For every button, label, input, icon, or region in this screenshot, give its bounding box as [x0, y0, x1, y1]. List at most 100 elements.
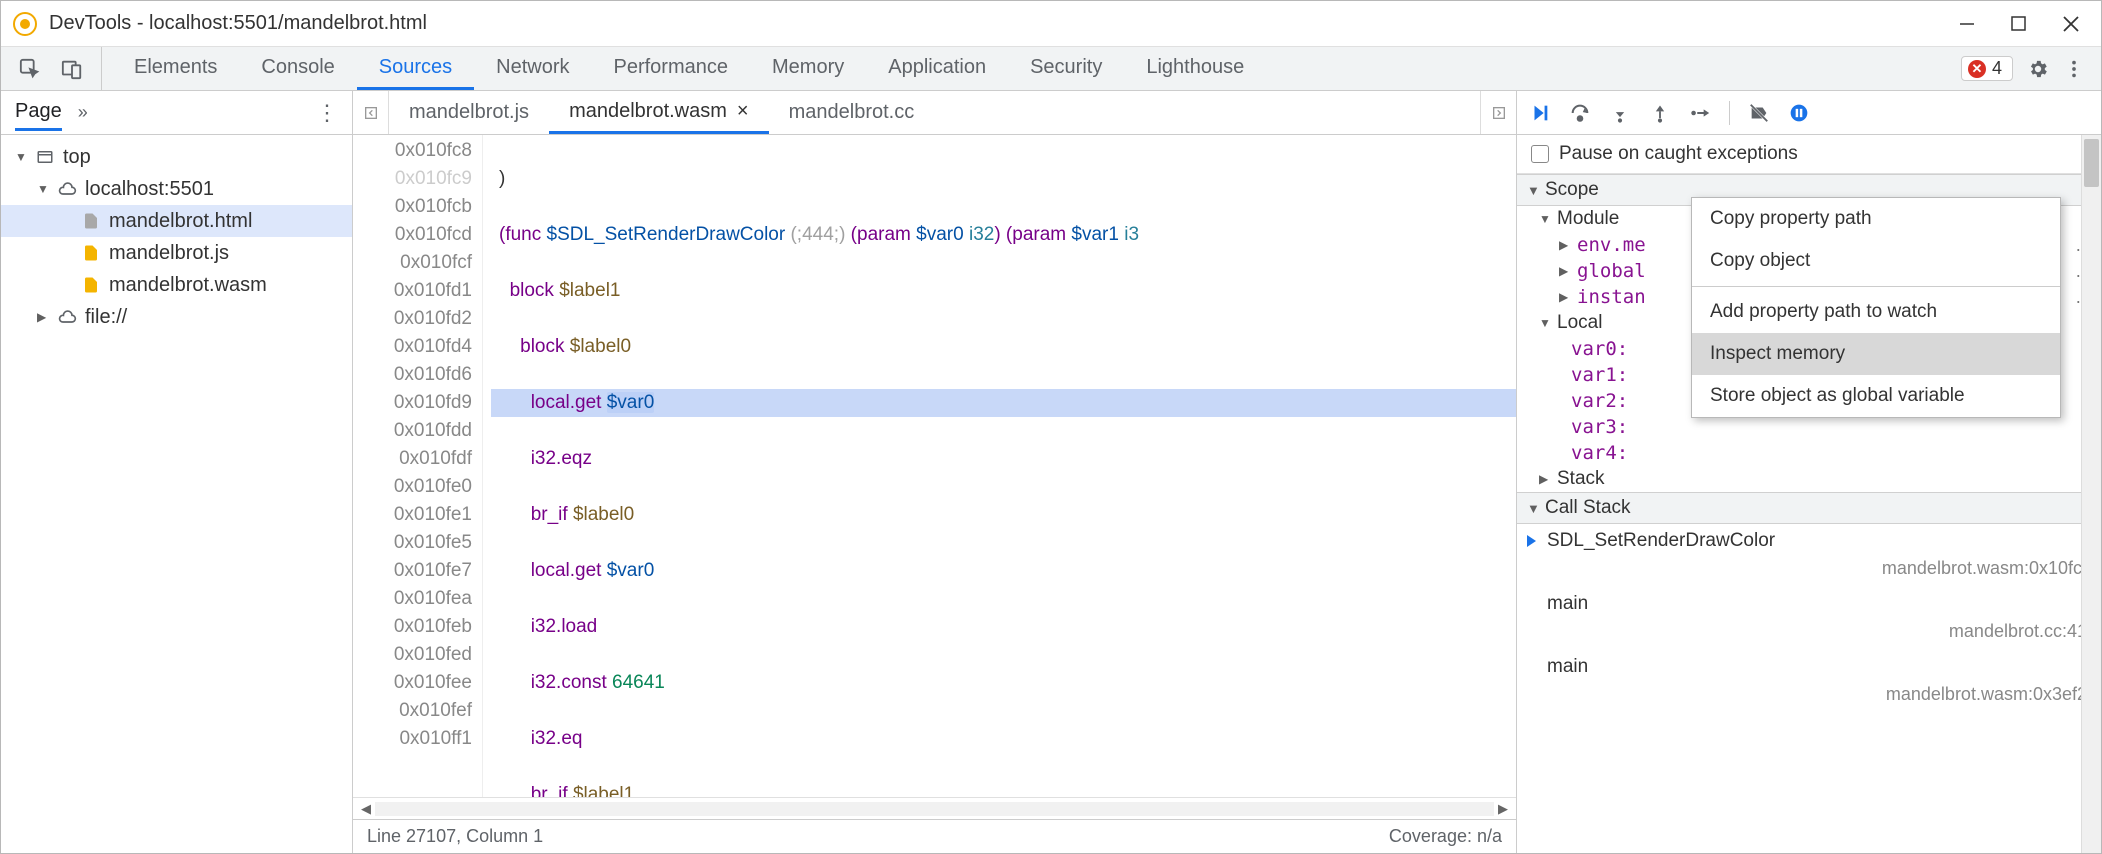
- window-buttons: [1957, 14, 2093, 34]
- scroll-tabs-right-icon[interactable]: [1480, 91, 1516, 134]
- gutter-address[interactable]: 0x010fed: [353, 641, 472, 669]
- context-menu-item[interactable]: Inspect memory: [1692, 333, 2060, 375]
- gutter-address[interactable]: 0x010fcf: [353, 249, 472, 277]
- code-lines: ) (func $SDL_SetRenderDrawColor (;444;) …: [483, 135, 1516, 797]
- pause-checkbox[interactable]: [1531, 145, 1549, 163]
- window-title: DevTools - localhost:5501/mandelbrot.htm…: [49, 12, 1957, 35]
- context-menu-item[interactable]: Copy object: [1692, 240, 2060, 282]
- error-badge[interactable]: ✕ 4: [1961, 56, 2013, 81]
- scroll-right-arrow-icon[interactable]: ▶: [1494, 801, 1512, 817]
- scope-variable[interactable]: var4:: [1517, 440, 2101, 466]
- context-menu-item[interactable]: Store object as global variable: [1692, 375, 2060, 417]
- gutter-address[interactable]: 0x010fd4: [353, 333, 472, 361]
- source-tab-label: mandelbrot.js: [409, 101, 529, 124]
- gutter-address[interactable]: 0x010fe5: [353, 529, 472, 557]
- gutter-address[interactable]: 0x010fe0: [353, 473, 472, 501]
- gutter-address[interactable]: 0x010fee: [353, 669, 472, 697]
- content-area: Page » ⋮ ▼ top ▼ localhost:5501 m: [1, 91, 2101, 853]
- tree-label: mandelbrot.js: [109, 242, 229, 265]
- navigator-menu-icon[interactable]: ⋮: [316, 100, 338, 126]
- scope-stack[interactable]: ▶ Stack: [1517, 466, 2101, 492]
- minimize-button[interactable]: [1957, 14, 1977, 34]
- resume-button[interactable]: [1529, 102, 1551, 124]
- step-button[interactable]: [1689, 102, 1711, 124]
- gutter-address[interactable]: 0x010fcd: [353, 221, 472, 249]
- tree-label: localhost:5501: [85, 178, 214, 201]
- gutter-address[interactable]: 0x010fdf: [353, 445, 472, 473]
- pause-on-caught-row[interactable]: Pause on caught exceptions: [1517, 135, 2101, 174]
- tree-host[interactable]: ▼ localhost:5501: [1, 173, 352, 205]
- gutter-address[interactable]: 0x010fd9: [353, 389, 472, 417]
- panel-tab-application[interactable]: Application: [866, 47, 1008, 90]
- close-button[interactable]: [2061, 14, 2081, 34]
- gutter-address[interactable]: 0x010fc9: [353, 165, 472, 193]
- panel-tab-elements[interactable]: Elements: [112, 47, 239, 90]
- step-over-button[interactable]: [1569, 102, 1591, 124]
- vertical-scrollbar[interactable]: [2081, 135, 2101, 853]
- navigator-header: Page » ⋮: [1, 91, 352, 135]
- gutter-address[interactable]: 0x010fd6: [353, 361, 472, 389]
- scroll-tabs-left-icon[interactable]: [353, 91, 389, 134]
- tree-file[interactable]: mandelbrot.wasm: [1, 269, 352, 301]
- context-menu-item[interactable]: Copy property path: [1692, 198, 2060, 240]
- gutter-address[interactable]: 0x010ff1: [353, 725, 472, 753]
- app-icon: [13, 12, 37, 36]
- source-tab[interactable]: mandelbrot.cc: [769, 91, 935, 134]
- gutter-address[interactable]: 0x010feb: [353, 613, 472, 641]
- wasm-file-icon: [81, 275, 101, 295]
- gutter-address[interactable]: 0x010fcb: [353, 193, 472, 221]
- scroll-left-arrow-icon[interactable]: ◀: [357, 801, 375, 817]
- tree-label: file://: [85, 306, 127, 329]
- tree-top-frame[interactable]: ▼ top: [1, 141, 352, 173]
- source-tab[interactable]: mandelbrot.wasm×: [549, 91, 769, 134]
- navigator-page-tab[interactable]: Page: [15, 94, 62, 131]
- navigator-more-tabs-icon[interactable]: »: [78, 102, 88, 123]
- gutter-address[interactable]: 0x010fef: [353, 697, 472, 725]
- tree-label: mandelbrot.html: [109, 210, 252, 233]
- expand-icon: ▶: [1559, 238, 1571, 252]
- step-into-button[interactable]: [1609, 102, 1631, 124]
- panel-tab-memory[interactable]: Memory: [750, 47, 866, 90]
- cursor-position: Line 27107, Column 1: [367, 826, 543, 847]
- deactivate-breakpoints-button[interactable]: [1748, 102, 1770, 124]
- callstack-frame[interactable]: SDL_SetRenderDrawColor: [1517, 524, 2101, 558]
- settings-gear-icon[interactable]: [2027, 58, 2049, 80]
- js-file-icon: [81, 243, 101, 263]
- panel-tab-console[interactable]: Console: [239, 47, 356, 90]
- inspect-element-icon[interactable]: [19, 58, 41, 80]
- pause-label: Pause on caught exceptions: [1559, 143, 1798, 165]
- source-tab-label: mandelbrot.cc: [789, 101, 915, 124]
- panel-tab-performance[interactable]: Performance: [592, 47, 751, 90]
- pause-on-exceptions-button[interactable]: [1788, 102, 1810, 124]
- gutter-address[interactable]: 0x010fe7: [353, 557, 472, 585]
- callstack-frame[interactable]: main: [1517, 587, 2101, 621]
- device-toolbar-icon[interactable]: [61, 58, 83, 80]
- tree-label: mandelbrot.wasm: [109, 274, 267, 297]
- panel-tab-lighthouse[interactable]: Lighthouse: [1124, 47, 1266, 90]
- tree-file[interactable]: mandelbrot.js: [1, 237, 352, 269]
- tree-file-scheme[interactable]: ▶ file://: [1, 301, 352, 333]
- maximize-button[interactable]: [2009, 14, 2029, 34]
- gutter-address[interactable]: 0x010fe1: [353, 501, 472, 529]
- tree-file[interactable]: mandelbrot.html: [1, 205, 352, 237]
- context-menu-item[interactable]: Add property path to watch: [1692, 291, 2060, 333]
- step-out-button[interactable]: [1649, 102, 1671, 124]
- gutter-address[interactable]: 0x010fd1: [353, 277, 472, 305]
- panel-tab-sources[interactable]: Sources: [357, 47, 474, 90]
- panel-tab-network[interactable]: Network: [474, 47, 591, 90]
- close-tab-icon[interactable]: ×: [737, 100, 749, 123]
- callstack-section-header[interactable]: ▼ Call Stack: [1517, 492, 2101, 524]
- frame-location: mandelbrot.cc:41: [1517, 621, 2101, 650]
- code-area[interactable]: 0x010fc80x010fc90x010fcb0x010fcd0x010fcf…: [353, 135, 1516, 797]
- more-menu-icon[interactable]: [2063, 58, 2085, 80]
- gutter-address[interactable]: 0x010fea: [353, 585, 472, 613]
- gutter-address[interactable]: 0x010fc8: [353, 137, 472, 165]
- source-tab[interactable]: mandelbrot.js: [389, 91, 549, 134]
- gutter-address[interactable]: 0x010fd2: [353, 305, 472, 333]
- callstack-frame[interactable]: main: [1517, 650, 2101, 684]
- gutter-address[interactable]: 0x010fdd: [353, 417, 472, 445]
- frame-name: main: [1547, 593, 1588, 615]
- panel-tab-security[interactable]: Security: [1008, 47, 1124, 90]
- expand-icon: ▶: [1559, 290, 1571, 304]
- horizontal-scrollbar[interactable]: ◀ ▶: [353, 797, 1516, 819]
